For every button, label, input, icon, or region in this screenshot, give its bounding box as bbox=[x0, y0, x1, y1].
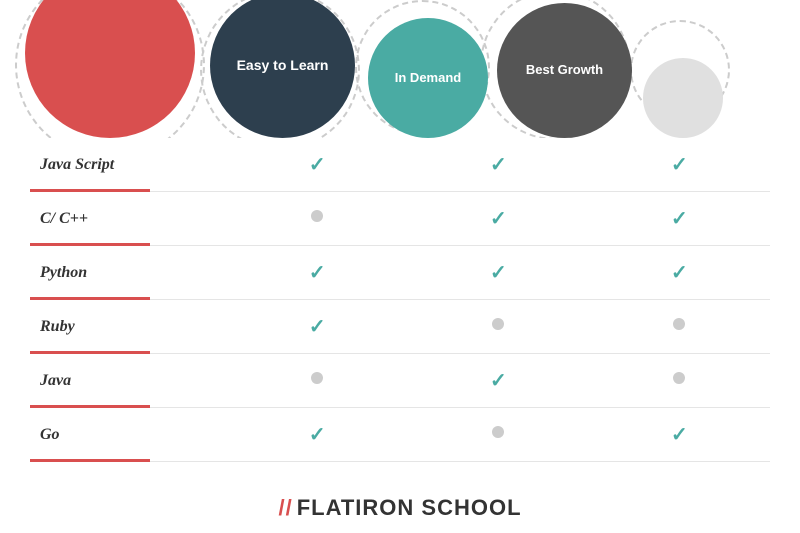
growth-ruby bbox=[589, 300, 770, 354]
demand-ruby bbox=[408, 300, 589, 354]
check-icon: ✓ bbox=[309, 424, 326, 446]
demand-python: ✓ bbox=[408, 246, 589, 300]
dot-icon bbox=[311, 210, 323, 222]
check-icon: ✓ bbox=[490, 262, 507, 284]
check-icon: ✓ bbox=[490, 154, 507, 176]
dot-icon bbox=[673, 372, 685, 384]
table-row: C/ C++ ✓ ✓ bbox=[30, 192, 770, 246]
lang-go: Go bbox=[30, 408, 227, 462]
easy-ruby: ✓ bbox=[227, 300, 408, 354]
table-row: Go ✓ ✓ bbox=[30, 408, 770, 462]
lang-cpp: C/ C++ bbox=[30, 192, 227, 246]
demand-cpp: ✓ bbox=[408, 192, 589, 246]
check-icon: ✓ bbox=[309, 154, 326, 176]
footer: //FLATIRON SCHOOL bbox=[0, 479, 800, 533]
main-container: Easy to Learn In Demand Best Growth Java… bbox=[0, 0, 800, 533]
bubble-small bbox=[643, 58, 723, 138]
lang-ruby: Ruby bbox=[30, 300, 227, 354]
header-bubbles: Easy to Learn In Demand Best Growth bbox=[0, 0, 800, 138]
easy-go: ✓ bbox=[227, 408, 408, 462]
footer-slash: // bbox=[278, 495, 292, 520]
table-row: Java ✓ bbox=[30, 354, 770, 408]
demand-javascript: ✓ bbox=[408, 138, 589, 192]
check-icon: ✓ bbox=[671, 424, 688, 446]
growth-java bbox=[589, 354, 770, 408]
table-row: Python ✓ ✓ ✓ bbox=[30, 246, 770, 300]
bubble-growth: Best Growth bbox=[497, 3, 632, 138]
check-icon: ✓ bbox=[490, 208, 507, 230]
table-row: Java Script ✓ ✓ ✓ bbox=[30, 138, 770, 192]
footer-name: FLATIRON SCHOOL bbox=[297, 495, 522, 520]
easy-python: ✓ bbox=[227, 246, 408, 300]
easy-java bbox=[227, 354, 408, 408]
bubble-growth-label: Best Growth bbox=[526, 62, 603, 79]
dot-icon bbox=[311, 372, 323, 384]
check-icon: ✓ bbox=[309, 262, 326, 284]
bubble-demand: In Demand bbox=[368, 18, 488, 138]
demand-go bbox=[408, 408, 589, 462]
growth-go: ✓ bbox=[589, 408, 770, 462]
lang-python: Python bbox=[30, 246, 227, 300]
demand-java: ✓ bbox=[408, 354, 589, 408]
dot-icon bbox=[673, 318, 685, 330]
check-icon: ✓ bbox=[490, 370, 507, 392]
dot-icon bbox=[492, 426, 504, 438]
bubble-easy-label: Easy to Learn bbox=[237, 56, 329, 74]
easy-cpp bbox=[227, 192, 408, 246]
check-icon: ✓ bbox=[671, 262, 688, 284]
bubble-demand-label: In Demand bbox=[395, 70, 461, 87]
table-row: Ruby ✓ bbox=[30, 300, 770, 354]
check-icon: ✓ bbox=[671, 154, 688, 176]
growth-cpp: ✓ bbox=[589, 192, 770, 246]
check-icon: ✓ bbox=[671, 208, 688, 230]
comparison-table: Java Script ✓ ✓ ✓ C/ C++ ✓ ✓ Python ✓ ✓ bbox=[0, 138, 800, 479]
easy-javascript: ✓ bbox=[227, 138, 408, 192]
growth-python: ✓ bbox=[589, 246, 770, 300]
lang-javascript: Java Script bbox=[30, 138, 227, 192]
dot-icon bbox=[492, 318, 504, 330]
growth-javascript: ✓ bbox=[589, 138, 770, 192]
check-icon: ✓ bbox=[309, 316, 326, 338]
lang-java: Java bbox=[30, 354, 227, 408]
